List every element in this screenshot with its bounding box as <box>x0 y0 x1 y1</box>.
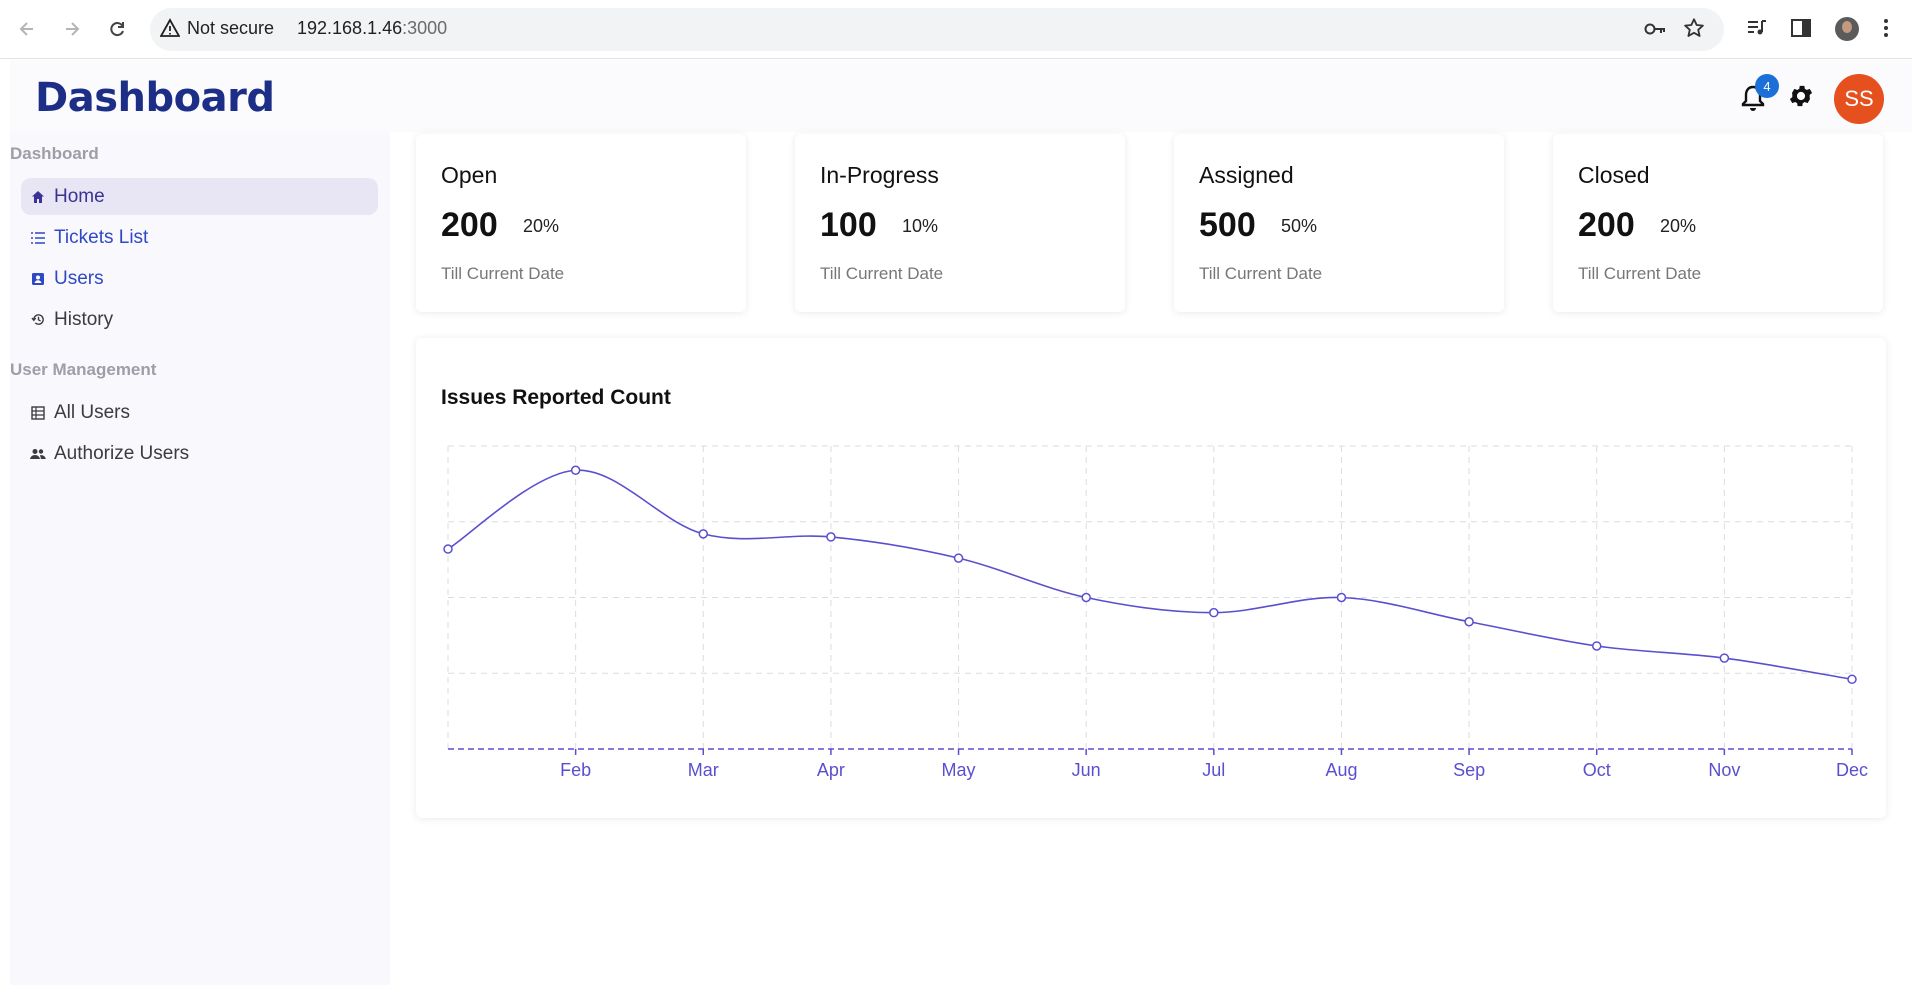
security-label[interactable]: Not secure <box>187 18 274 39</box>
sidebar-item-label: Home <box>54 185 105 207</box>
series-line <box>447 469 1853 681</box>
x-tick-label: Dec <box>1836 760 1868 780</box>
card-title: Closed <box>1578 162 1650 188</box>
profile-avatar[interactable] <box>1835 17 1859 41</box>
table-icon <box>30 405 46 421</box>
x-tick-label: Sep <box>1453 760 1485 780</box>
data-point <box>1081 592 1091 603</box>
side-panel-icon[interactable] <box>1790 17 1812 44</box>
notification-badge: 4 <box>1755 74 1779 98</box>
card-subtitle: Till Current Date <box>820 264 944 283</box>
reload-icon[interactable] <box>100 12 134 46</box>
data-point <box>953 553 964 563</box>
card-value: 200 <box>1578 206 1635 244</box>
card-percent: 10% <box>902 216 939 236</box>
sidebar-section-user-management: User Management <box>10 360 157 379</box>
page-title: Dashboard <box>35 75 275 121</box>
stat-card-closed: Closed 200 20% Till Current Date <box>1553 134 1883 312</box>
card-value: 100 <box>820 206 877 244</box>
card-value: 500 <box>1199 206 1256 244</box>
data-point <box>1719 653 1730 663</box>
x-tick-label: May <box>942 760 976 780</box>
data-point <box>1336 592 1347 603</box>
x-tick-label: Feb <box>560 760 591 780</box>
media-icon[interactable] <box>1746 17 1768 44</box>
gear-icon[interactable] <box>1787 82 1815 115</box>
stat-card-open: Open 200 20% Till Current Date <box>416 134 746 312</box>
contact-icon <box>30 271 46 287</box>
list-icon <box>30 230 46 246</box>
sidebar-item-label: History <box>54 308 114 330</box>
key-icon[interactable] <box>1643 17 1667 46</box>
data-point <box>443 544 453 554</box>
sidebar-item-authorize-users[interactable]: Authorize Users <box>21 435 378 472</box>
card-subtitle: Till Current Date <box>1578 264 1702 283</box>
sidebar-item-all-users[interactable]: All Users <box>21 394 378 431</box>
star-icon[interactable] <box>1683 17 1705 44</box>
x-tick-label: Jul <box>1202 760 1225 780</box>
sidebar-item-users[interactable]: Users <box>21 260 378 297</box>
data-point <box>698 529 709 539</box>
card-title: In-Progress <box>820 162 939 188</box>
user-avatar[interactable]: SS <box>1834 74 1884 124</box>
x-tick-label: Apr <box>817 760 845 780</box>
browser-toolbar: Not secure 192.168.1.46:3000 <box>0 0 1912 59</box>
sidebar-item-label: Tickets List <box>54 226 149 248</box>
card-subtitle: Till Current Date <box>1199 264 1323 283</box>
home-icon <box>30 189 46 205</box>
card-subtitle: Till Current Date <box>441 264 565 283</box>
url-port: :3000 <box>402 18 448 38</box>
sidebar-item-label: All Users <box>54 401 131 423</box>
card-value: 200 <box>441 206 498 244</box>
data-point <box>1591 641 1602 651</box>
data-point <box>1847 674 1857 685</box>
data-point <box>1464 616 1474 627</box>
forward-icon[interactable] <box>55 12 89 46</box>
x-tick-label: Oct <box>1583 760 1611 780</box>
stat-card-assigned: Assigned 500 50% Till Current Date <box>1174 134 1504 312</box>
sidebar-item-history[interactable]: History <box>21 301 378 338</box>
card-percent: 50% <box>1281 216 1318 236</box>
x-tick-label: Aug <box>1325 760 1357 780</box>
url-text[interactable]: 192.168.1.46:3000 <box>297 18 447 39</box>
sidebar-section-dashboard: Dashboard <box>10 144 99 163</box>
data-point <box>826 532 836 542</box>
x-tick-label: Nov <box>1708 760 1740 780</box>
people-icon <box>30 446 46 462</box>
stat-card-in-progress: In-Progress 100 10% Till Current Date <box>795 134 1125 312</box>
issues-line-chart: Feb Mar Apr May Jun Jul Aug Sep Oct Nov Dec <box>443 445 1868 780</box>
card-title: Open <box>441 162 498 188</box>
x-tick-label: Jun <box>1072 760 1101 780</box>
url-host: 192.168.1.46 <box>297 18 403 38</box>
card-title: Assigned <box>1199 162 1294 188</box>
sidebar-item-label: Authorize Users <box>54 442 190 464</box>
data-point <box>570 465 581 475</box>
more-menu-icon[interactable] <box>1883 17 1889 44</box>
card-percent: 20% <box>1660 216 1697 236</box>
card-percent: 20% <box>523 216 560 236</box>
data-point <box>1209 607 1219 618</box>
back-icon[interactable] <box>10 12 44 46</box>
x-tick-label: Mar <box>688 760 719 780</box>
sidebar-item-label: Users <box>54 267 104 289</box>
warning-icon[interactable] <box>159 18 181 43</box>
app-header <box>10 60 1912 132</box>
sidebar-item-tickets-list[interactable]: Tickets List <box>21 219 378 256</box>
history-icon <box>30 312 46 328</box>
sidebar-item-home[interactable]: Home <box>21 178 378 215</box>
